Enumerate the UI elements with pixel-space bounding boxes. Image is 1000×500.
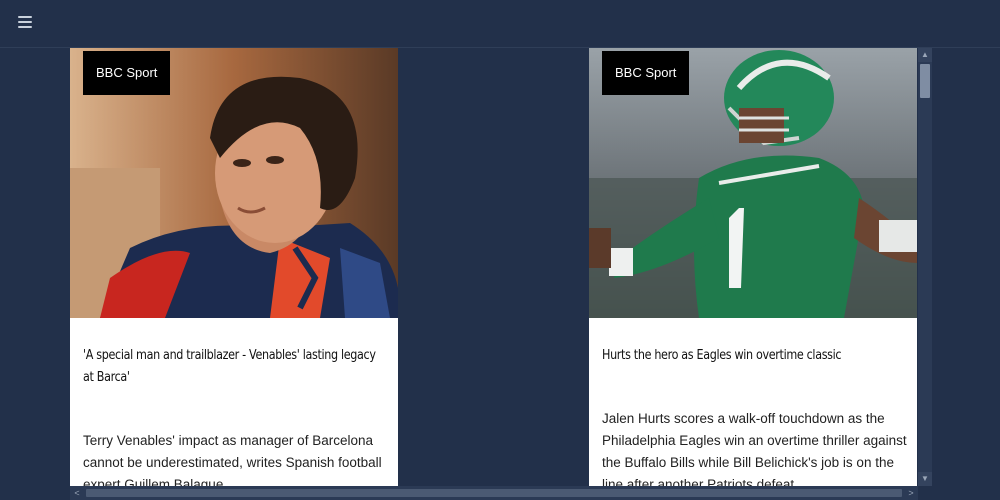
- card-description: Jalen Hurts scores a walk-off touchdown …: [602, 411, 907, 486]
- horizontal-scrollbar[interactable]: < >: [70, 486, 918, 500]
- vertical-scrollbar[interactable]: ▲ ▼: [918, 48, 932, 486]
- top-bar: [0, 0, 1000, 48]
- source-badge[interactable]: BBC Sport: [83, 51, 171, 95]
- card-image-venables[interactable]: BBC Sport: [70, 48, 398, 318]
- scroll-thumb[interactable]: [920, 64, 930, 98]
- hamburger-menu-icon[interactable]: [18, 16, 32, 28]
- news-card[interactable]: BBC Sport 'A special man and trailblazer…: [70, 48, 398, 486]
- card-title[interactable]: Hurts the hero as Eagles win overtime cl…: [602, 345, 903, 367]
- source-badge[interactable]: BBC Sport: [602, 51, 690, 95]
- card-description: Terry Venables' impact as manager of Bar…: [83, 433, 382, 486]
- scroll-up-arrow-icon[interactable]: ▲: [918, 48, 932, 62]
- card-image-hurts[interactable]: BBC Sport: [589, 48, 917, 318]
- scroll-down-arrow-icon[interactable]: ▼: [918, 472, 932, 486]
- card-title[interactable]: 'A special man and trailblazer - Venable…: [83, 345, 384, 389]
- scroll-left-arrow-icon[interactable]: <: [70, 486, 84, 500]
- news-card[interactable]: BBC Sport Hurts the hero as Eagles win o…: [589, 48, 917, 486]
- scroll-right-arrow-icon[interactable]: >: [904, 486, 918, 500]
- scroll-thumb[interactable]: [86, 489, 902, 497]
- news-carousel: BBC Sport 'A special man and trailblazer…: [70, 48, 918, 486]
